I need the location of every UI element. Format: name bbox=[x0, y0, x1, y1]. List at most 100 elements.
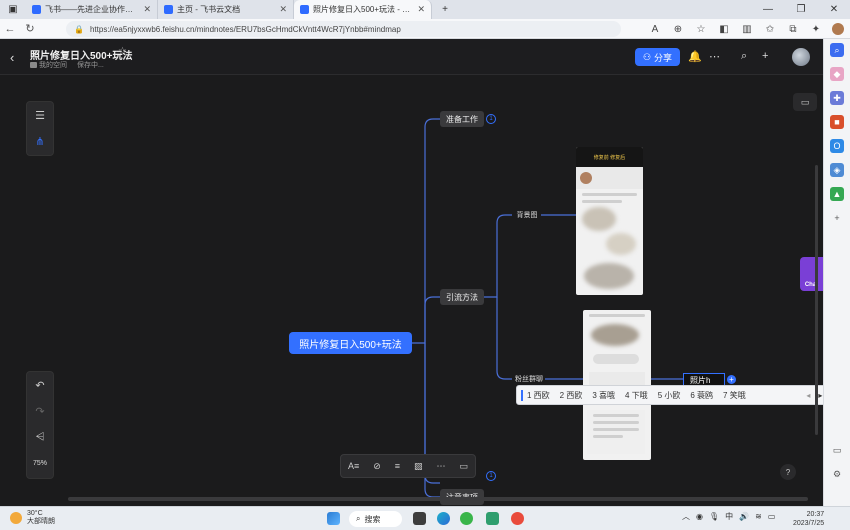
new-tab-icon[interactable]: + bbox=[432, 0, 458, 19]
help-icon[interactable]: ? bbox=[780, 464, 796, 480]
refresh-icon[interactable]: ↻ bbox=[20, 22, 40, 35]
drop-icon[interactable]: ▲ bbox=[830, 187, 844, 201]
weather-widget[interactable]: 30°C 大部晴朗 bbox=[10, 510, 55, 526]
ime-candidate[interactable]: 4 下哦 bbox=[621, 390, 652, 401]
close-window-icon[interactable]: ✕ bbox=[818, 0, 850, 19]
ime-candidate[interactable]: 7 笑哦 bbox=[719, 390, 750, 401]
checkbox-icon[interactable]: ⊘ bbox=[373, 461, 381, 472]
text-style-icon[interactable]: A≡ bbox=[348, 461, 359, 471]
bell-icon[interactable]: 🔔 bbox=[688, 50, 702, 63]
node-background[interactable]: 背景图 bbox=[512, 209, 542, 221]
tools-icon[interactable]: ✚ bbox=[830, 91, 844, 105]
read-aloud-icon[interactable]: A bbox=[648, 24, 662, 35]
close-tab-icon[interactable]: ✕ bbox=[279, 4, 287, 15]
taskbar-search-label: 搜索 bbox=[364, 514, 381, 524]
browser-tab-bar: ▣ 飞书——先进企业协作与管理平台 ✕ 主页 - 飞书云文档 ✕ 照片修复日入5… bbox=[0, 0, 850, 19]
sidebar-settings-icon[interactable]: ⚙ bbox=[830, 467, 844, 481]
node-fans[interactable]: 粉丝群聊 bbox=[512, 373, 546, 385]
url-field[interactable]: 🔒 https://ea5njyxxwb6.feishu.cn/mindnote… bbox=[66, 21, 621, 37]
ime-candidate[interactable]: 1 西欧 bbox=[521, 389, 554, 401]
taskbar-search[interactable]: ⌕ 搜索 bbox=[349, 511, 402, 527]
undo-icon[interactable]: ↶ bbox=[27, 372, 53, 398]
view-switcher: ☰ ⋔ bbox=[26, 101, 54, 156]
ime-candidate[interactable]: 2 西欧 bbox=[556, 390, 587, 401]
outline-view-icon[interactable]: ☰ bbox=[27, 102, 53, 128]
copilot-icon[interactable]: ✦ bbox=[809, 24, 823, 35]
favorites-icon[interactable]: ✩ bbox=[763, 24, 777, 35]
extension-icon[interactable]: ◧ bbox=[717, 24, 731, 35]
mindmap-canvas[interactable]: 照片修复日入500+玩法 准备工作 1 引流方法 注意事项 1 背景图 粉丝群聊… bbox=[0, 75, 823, 506]
workspaces-icon[interactable]: ▣ bbox=[0, 0, 26, 19]
ime-mode[interactable]: 中 bbox=[725, 511, 733, 522]
collapsed-count-badge[interactable]: 1 bbox=[486, 114, 496, 124]
close-tab-icon[interactable]: ✕ bbox=[417, 4, 425, 15]
screenshot-icon[interactable]: ▭ bbox=[830, 443, 844, 457]
wifi-icon[interactable]: ≋ bbox=[755, 512, 762, 521]
comments-button[interactable]: ▭ bbox=[793, 93, 817, 111]
tab-feishu-home[interactable]: 飞书——先进企业协作与管理平台 ✕ bbox=[26, 0, 158, 19]
search-icon[interactable]: ⌕ bbox=[741, 50, 747, 63]
layout-icon[interactable]: ⩤ bbox=[27, 424, 53, 450]
image-icon[interactable]: ▨ bbox=[414, 461, 423, 472]
outlook-icon[interactable]: O bbox=[830, 139, 844, 153]
volume-icon[interactable]: 🔊 bbox=[739, 512, 749, 521]
ime-candidate[interactable]: 3 喜哦 bbox=[588, 390, 619, 401]
restore-icon[interactable]: ❐ bbox=[785, 0, 817, 19]
vertical-scrollbar[interactable] bbox=[815, 165, 818, 435]
collections-icon[interactable]: ⧉ bbox=[786, 24, 800, 35]
split-screen-icon[interactable]: ▥ bbox=[740, 24, 754, 35]
text-line bbox=[589, 314, 645, 317]
games-icon[interactable]: ◈ bbox=[830, 163, 844, 177]
mindmap-view-icon[interactable]: ⋔ bbox=[27, 128, 53, 154]
add-sidebar-app-icon[interactable]: + bbox=[830, 211, 844, 225]
browser-profile-avatar[interactable] bbox=[832, 23, 844, 35]
collapsed-count-badge[interactable]: 1 bbox=[486, 471, 496, 481]
edge-icon[interactable] bbox=[437, 512, 450, 525]
shopping-icon[interactable]: ◆ bbox=[830, 67, 844, 81]
more-icon[interactable]: ⋯ bbox=[709, 50, 720, 63]
comment-icon[interactable]: ▭ bbox=[459, 461, 468, 472]
avatar[interactable] bbox=[792, 48, 810, 66]
battery-icon[interactable]: ▭ bbox=[768, 512, 776, 521]
search-icon[interactable]: ⌕ bbox=[830, 43, 844, 57]
back-arrow-icon[interactable]: ‹ bbox=[10, 50, 14, 65]
horizontal-scrollbar[interactable] bbox=[68, 497, 808, 501]
mindmap-connectors bbox=[412, 118, 683, 498]
task-view-icon[interactable] bbox=[413, 512, 426, 525]
ime-prev-icon[interactable]: ◂ bbox=[806, 391, 810, 400]
node-traffic[interactable]: 引流方法 bbox=[440, 289, 484, 305]
close-tab-icon[interactable]: ✕ bbox=[143, 4, 151, 15]
breadcrumb-space[interactable]: 我的空间 bbox=[30, 60, 67, 70]
redo-icon[interactable]: ↷ bbox=[27, 398, 53, 424]
list-icon[interactable]: ≡ bbox=[395, 461, 400, 471]
tab-docs-home[interactable]: 主页 - 飞书云文档 ✕ bbox=[158, 0, 294, 19]
tray-expand-icon[interactable]: ︿ bbox=[682, 511, 690, 522]
more-icon[interactable]: ⋯ bbox=[436, 461, 445, 472]
minimize-icon[interactable]: — bbox=[752, 0, 784, 19]
add-child-icon[interactable]: + bbox=[727, 375, 736, 384]
tab-mindnote[interactable]: 照片修复日入500+玩法 - 飞书云... ✕ bbox=[294, 0, 432, 19]
add-icon[interactable]: + bbox=[762, 50, 768, 62]
ime-candidate[interactable]: 6 蓑鸥 bbox=[686, 390, 717, 401]
media-player-icon[interactable] bbox=[511, 512, 524, 525]
zoom-icon[interactable]: ⊕ bbox=[671, 24, 685, 35]
back-icon[interactable]: ← bbox=[0, 23, 20, 35]
office-icon[interactable]: ■ bbox=[830, 115, 844, 129]
star-icon[interactable]: ☆ bbox=[118, 46, 127, 57]
tray-app-icon[interactable]: ◉ bbox=[696, 512, 703, 521]
favorite-star-icon[interactable]: ☆ bbox=[694, 24, 708, 35]
wechat-icon[interactable] bbox=[460, 512, 473, 525]
root-node[interactable]: 照片修复日入500+玩法 bbox=[289, 332, 412, 354]
chat-extension-button[interactable]: Chat bbox=[800, 257, 823, 291]
start-icon[interactable] bbox=[327, 512, 340, 525]
mic-icon[interactable]: 🎙 bbox=[709, 512, 719, 521]
background-image-thumbnail[interactable]: 修复前 修复后 bbox=[576, 147, 643, 295]
app-icon[interactable] bbox=[486, 512, 499, 525]
share-button[interactable]: ⚇ 分享 bbox=[635, 48, 680, 66]
node-prep[interactable]: 准备工作 bbox=[440, 111, 484, 127]
ime-candidate[interactable]: 5 小欧 bbox=[654, 390, 685, 401]
ime-next-icon[interactable]: ▸ bbox=[818, 391, 822, 400]
clock[interactable]: 20:37 2023/7/25 bbox=[793, 510, 824, 528]
zoom-level[interactable]: 75% bbox=[27, 450, 53, 476]
app-header: ‹ 照片修复日入500+玩法 ☆ 我的空间 保存中... ⚇ 分享 🔔 ⋯ ⌕ … bbox=[0, 39, 823, 75]
